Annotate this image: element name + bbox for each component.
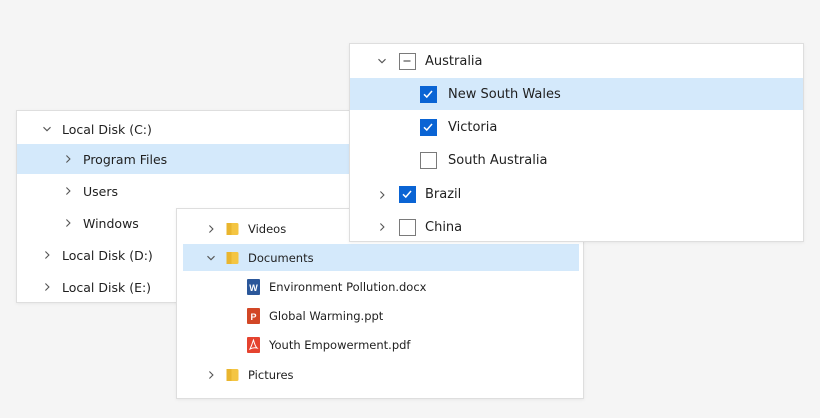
tree-item-environment-pollution[interactable]: W Environment Pollution.docx bbox=[183, 272, 579, 302]
tree-item-label: Youth Empowerment.pdf bbox=[269, 338, 411, 352]
tree-item-victoria[interactable]: Victoria bbox=[350, 111, 803, 144]
tree-item-pictures[interactable]: Pictures bbox=[183, 360, 579, 390]
tree-item-global-warming[interactable]: P Global Warming.ppt bbox=[183, 302, 579, 330]
chevron-right-icon[interactable] bbox=[63, 218, 73, 228]
tree-item-label: Pictures bbox=[248, 368, 294, 382]
tree-item-label: Environment Pollution.docx bbox=[269, 280, 427, 294]
checked-checkbox-icon[interactable] bbox=[399, 186, 416, 203]
tree-item-youth-empowerment[interactable]: Youth Empowerment.pdf bbox=[183, 330, 579, 360]
checked-checkbox-icon[interactable] bbox=[420, 85, 437, 103]
checked-checkbox-icon[interactable] bbox=[420, 119, 437, 136]
tree-item-local-disk-c[interactable]: Local Disk (C:) bbox=[17, 113, 367, 145]
tree-item-label: South Australia bbox=[448, 153, 548, 168]
tree-item-label: Windows bbox=[83, 215, 139, 231]
chevron-right-icon[interactable] bbox=[206, 370, 216, 380]
folder-icon bbox=[226, 251, 239, 265]
svg-text:W: W bbox=[249, 283, 258, 293]
tree-item-documents[interactable]: Documents bbox=[183, 244, 579, 271]
tree-item-program-files[interactable]: Program Files bbox=[17, 144, 367, 174]
folder-icon bbox=[226, 368, 239, 382]
tree-item-label: Program Files bbox=[83, 151, 168, 167]
chevron-right-icon[interactable] bbox=[42, 250, 52, 260]
pdf-document-icon bbox=[247, 337, 260, 353]
chevron-right-icon[interactable] bbox=[63, 154, 73, 164]
word-document-icon: W bbox=[247, 279, 260, 295]
checkbox-tree-panel: Australia New South Wales Victoria South… bbox=[349, 43, 804, 242]
powerpoint-document-icon: P bbox=[247, 308, 260, 324]
tree-item-users[interactable]: Users bbox=[17, 175, 367, 207]
svg-text:P: P bbox=[250, 312, 256, 322]
chevron-down-icon[interactable] bbox=[42, 124, 52, 134]
tree-item-south-australia[interactable]: South Australia bbox=[350, 144, 803, 177]
indeterminate-checkbox-icon[interactable] bbox=[399, 52, 416, 70]
tree-item-label: Brazil bbox=[425, 187, 462, 202]
tree-item-label: New South Wales bbox=[448, 86, 561, 102]
tree-item-label: Users bbox=[83, 183, 119, 199]
tree-item-label: China bbox=[425, 219, 463, 235]
chevron-right-icon[interactable] bbox=[63, 186, 73, 196]
chevron-right-icon[interactable] bbox=[377, 222, 387, 232]
tree-item-australia[interactable]: Australia bbox=[350, 44, 803, 78]
chevron-down-icon[interactable] bbox=[377, 56, 387, 66]
tree-item-label: Local Disk (D:) bbox=[62, 247, 153, 263]
tree-item-label: Local Disk (C:) bbox=[62, 121, 152, 137]
tree-item-label: Australia bbox=[425, 53, 483, 69]
unchecked-checkbox-icon[interactable] bbox=[420, 152, 437, 169]
tree-item-china[interactable]: China bbox=[350, 211, 803, 243]
tree-item-new-south-wales[interactable]: New South Wales bbox=[350, 78, 803, 110]
tree-item-label: Videos bbox=[248, 222, 287, 236]
tree-item-label: Local Disk (E:) bbox=[62, 279, 152, 295]
tree-item-brazil[interactable]: Brazil bbox=[350, 178, 803, 211]
folder-icon bbox=[226, 222, 239, 236]
chevron-down-icon[interactable] bbox=[206, 253, 216, 263]
tree-item-label: Victoria bbox=[448, 120, 498, 135]
chevron-right-icon[interactable] bbox=[42, 282, 52, 292]
tree-item-label: Documents bbox=[248, 250, 314, 265]
chevron-right-icon[interactable] bbox=[206, 224, 216, 234]
chevron-right-icon[interactable] bbox=[377, 190, 387, 200]
tree-item-label: Global Warming.ppt bbox=[269, 309, 384, 323]
unchecked-checkbox-icon[interactable] bbox=[399, 218, 416, 236]
